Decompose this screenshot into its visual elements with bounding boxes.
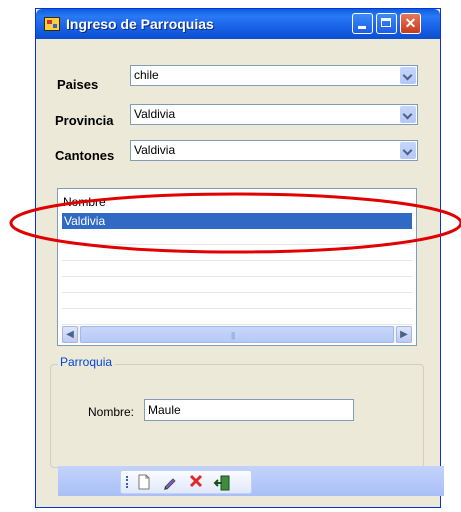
nombre-field[interactable]: [144, 399, 354, 421]
edit-pencil-icon[interactable]: [161, 474, 179, 492]
new-file-icon[interactable]: [135, 474, 153, 492]
actions-toolstrip: [120, 470, 252, 494]
delete-x-icon[interactable]: [187, 474, 205, 492]
nombre-label: Nombre:: [88, 405, 135, 419]
red-highlight-ellipse: [9, 192, 461, 254]
toolstrip-grip-icon[interactable]: [126, 476, 130, 488]
exit-door-icon[interactable]: [213, 474, 231, 492]
nombre-input[interactable]: [145, 400, 351, 420]
parroquia-group-title: Parroquia: [58, 355, 115, 369]
